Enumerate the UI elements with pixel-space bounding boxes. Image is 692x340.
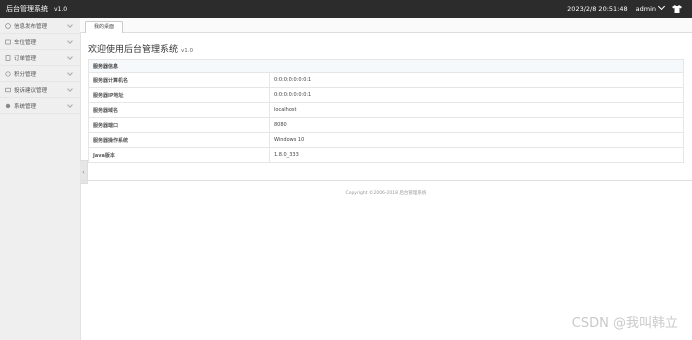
user-menu[interactable]: admin (635, 2, 666, 13)
brand-title: 后台管理系统 (6, 5, 48, 13)
user-name: admin (635, 5, 656, 13)
row-value: 0:0:0:0:0:0:0:1 (269, 72, 684, 88)
chevron-down-icon (657, 2, 666, 11)
datetime: 2023/2/8 20:51:48 (567, 5, 628, 13)
parking-icon (5, 39, 11, 44)
row-key: 服务器操作系统 (88, 132, 270, 148)
chevron-down-icon (67, 22, 73, 28)
welcome-version: v1.0 (181, 48, 194, 54)
row-value: Windows 10 (269, 132, 684, 148)
points-icon (5, 70, 11, 77)
row-value: 0:0:0:0:0:0:0:1 (269, 87, 684, 103)
skin-icon[interactable] (672, 5, 682, 13)
row-value: 8080 (269, 117, 684, 133)
brand: 后台管理系统 v1.0 (0, 4, 67, 14)
divider (80, 180, 692, 181)
table-header-row: 服务器信息 (88, 59, 684, 73)
row-key: 服务器IP地址 (88, 87, 270, 103)
row-key: 服务器域名 (88, 102, 270, 118)
sidebar-item-system[interactable]: 系统管理 (0, 98, 80, 114)
chevron-down-icon (67, 86, 73, 92)
page-title: 欢迎使用后台管理系统 v1.0 (88, 42, 684, 55)
table-row: Java版本 1.8.0_333 (88, 147, 684, 163)
sidebar-item-feedback[interactable]: 投诉建议管理 (0, 82, 80, 98)
chevron-left-icon: ‹ (82, 168, 85, 176)
sidebar-item-parking[interactable]: 车位管理 (0, 34, 80, 50)
feedback-icon (5, 87, 11, 92)
row-value: 1.8.0_333 (269, 147, 684, 163)
row-key: 服务器端口 (88, 117, 270, 133)
info-icon (5, 22, 11, 29)
settings-icon (5, 103, 11, 108)
table-row: 服务器域名 localhost (88, 102, 684, 118)
welcome-title: 欢迎使用后台管理系统 (88, 45, 179, 55)
server-info-table: 服务器信息 服务器计算机名 0:0:0:0:0:0:0:1 服务器IP地址 0:… (88, 59, 684, 163)
sidebar-item-label: 积分管理 (14, 71, 37, 78)
table-row: 服务器计算机名 0:0:0:0:0:0:0:1 (88, 72, 684, 88)
sidebar-item-label: 系统管理 (14, 103, 37, 110)
table-header: 服务器信息 (88, 59, 684, 73)
brand-version: v1.0 (54, 5, 68, 13)
row-value: localhost (269, 102, 684, 118)
watermark: CSDN @我叫韩立 (571, 316, 678, 331)
table-row: 服务器操作系统 Windows 10 (88, 132, 684, 148)
order-icon (5, 54, 11, 61)
row-key: 服务器计算机名 (88, 72, 270, 88)
sidebar-item-info[interactable]: 信息发布管理 (0, 18, 80, 34)
table-row: 服务器端口 8080 (88, 117, 684, 133)
chevron-down-icon (67, 70, 73, 76)
chevron-down-icon (67, 54, 73, 60)
sidebar-item-label: 投诉建议管理 (14, 87, 48, 94)
sidebar-item-label: 车位管理 (14, 39, 37, 46)
chevron-down-icon (67, 38, 73, 44)
sidebar-item-label: 信息发布管理 (14, 23, 48, 30)
copyright: Copyright ©2006-2018 后台管理系统 (345, 191, 427, 196)
sidebar-item-orders[interactable]: 订单管理 (0, 50, 80, 66)
main-content: 欢迎使用后台管理系统 v1.0 (88, 32, 684, 55)
chevron-down-icon (67, 102, 73, 108)
tab-bar: 我的桌面 (80, 18, 692, 33)
table-row: 服务器IP地址 0:0:0:0:0:0:0:1 (88, 87, 684, 103)
sidebar-item-points[interactable]: 积分管理 (0, 66, 80, 82)
top-navbar: 后台管理系统 v1.0 2023/2/8 20:51:48 admin (0, 0, 692, 18)
topbar-right: 2023/2/8 20:51:48 admin (567, 2, 692, 13)
sidebar: 信息发布管理 车位管理 订单管理 积分管理 投诉建议管理 系统管理 (0, 18, 81, 340)
row-key: Java版本 (88, 147, 270, 163)
sidebar-item-label: 订单管理 (14, 55, 37, 62)
